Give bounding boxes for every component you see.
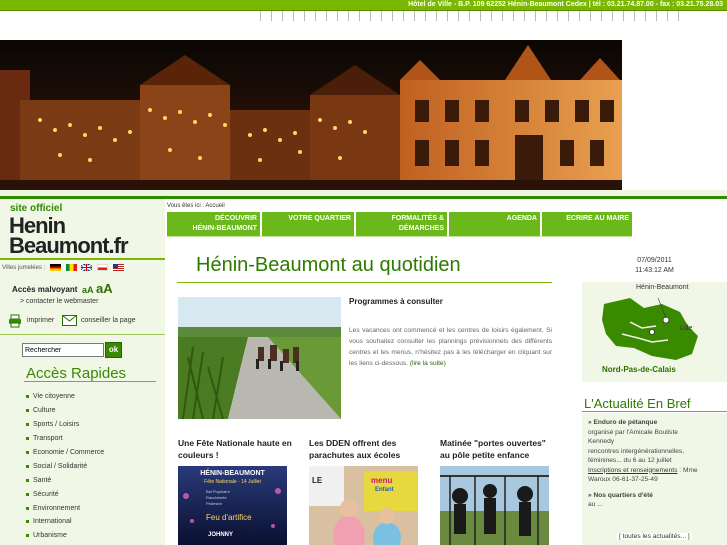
envelope-icon[interactable]: [62, 315, 77, 326]
map-lille-label: Lille: [680, 325, 693, 332]
uk-flag-icon[interactable]: [81, 264, 93, 271]
map-city-label: Hénin-Beaumont: [636, 284, 689, 291]
print-link[interactable]: imprimer: [27, 317, 54, 324]
news-photo-dden[interactable]: LE menu Enfant: [309, 466, 418, 545]
quick-access-title: Accès Rapides: [26, 365, 127, 382]
germany-flag-icon[interactable]: [49, 264, 61, 271]
menu-shadow: [167, 236, 632, 237]
brief-item-title[interactable]: » Nos quartiers d'été: [588, 491, 723, 501]
quick-link-urbanisme[interactable]: Urbanisme: [26, 532, 67, 539]
quick-link-sports[interactable]: Sports / Loisirs: [26, 421, 79, 428]
font-size-large-button[interactable]: aA: [96, 281, 113, 296]
menu-ecrire-maire-line1: ECRIRE AU MAIRE: [566, 215, 629, 222]
current-date: 07/09/2011: [637, 257, 672, 264]
brief-info-link[interactable]: Inscriptions et renseignements: [588, 467, 677, 474]
accessibility-label: Accès malvoyant: [12, 285, 78, 294]
menu-formalites-line2: DÉMARCHES: [398, 225, 444, 232]
quick-link-vie-citoyenne[interactable]: Vie citoyenne: [26, 393, 75, 400]
quick-link-sante[interactable]: Santé: [26, 477, 51, 484]
news-photo-matinee[interactable]: [440, 466, 549, 545]
read-more-link[interactable]: (lire la suite): [410, 360, 446, 367]
menu-votre-quartier[interactable]: VOTRE QUARTIER: [262, 212, 354, 236]
title-underline: [177, 282, 552, 283]
news-title-dden[interactable]: Les DDEN offrent des parachutes aux écol…: [309, 437, 409, 461]
article-photo-horses[interactable]: [178, 297, 341, 419]
poland-flag-icon[interactable]: [96, 264, 108, 271]
quick-link-international[interactable]: International: [26, 518, 72, 525]
search-input[interactable]: [22, 343, 104, 357]
news-brief-title: L'Actualité En Bref: [584, 396, 691, 411]
quick-link-social[interactable]: Social / Solidarité: [26, 463, 87, 470]
breadcrumb-current[interactable]: Accueil: [205, 203, 224, 209]
date-box: [582, 250, 727, 282]
brief-item-text: Kennedy: [588, 438, 615, 445]
region-map[interactable]: Hénin-Beaumont Lille Nord-Pas-de-Calais: [582, 282, 727, 382]
menu-formalites[interactable]: FORMALITÉS & DÉMARCHES: [356, 212, 447, 236]
current-time: 11:43:12 AM: [635, 267, 674, 274]
twin-cities: Villes jumelées :: [2, 264, 124, 271]
quick-link-transport[interactable]: Transport: [26, 435, 63, 442]
search-button[interactable]: ok: [105, 342, 122, 358]
header-banner-photo: [0, 40, 622, 190]
news-brief-underline: [582, 411, 727, 412]
all-news-link[interactable]: [ toutes les actualités... ]: [617, 533, 692, 540]
menu-agenda[interactable]: AGENDA: [449, 212, 540, 236]
quick-link-culture[interactable]: Culture: [26, 407, 56, 414]
brief-item-text: au ...: [588, 501, 603, 508]
share-page-link[interactable]: conseiller la page: [81, 317, 135, 324]
quick-link-economie[interactable]: Economie / Commerce: [26, 449, 104, 456]
printer-icon[interactable]: [8, 314, 22, 328]
news-photo-poster[interactable]: HÉNIN-BEAUMONT Fête Nationale - 14 Juill…: [178, 466, 287, 545]
brief-item-text: organisé par l'Amicale Bouliste: [588, 428, 678, 436]
menu-formalites-line1: FORMALITÉS &: [391, 215, 445, 222]
senegal-flag-icon[interactable]: [65, 264, 77, 271]
sign-le: LE: [312, 476, 323, 485]
menu-decouvrir[interactable]: DÉCOUVRIR HÉNIN-BEAUMONT: [167, 212, 260, 236]
breadcrumb: Vous êtes ici : Accueil: [167, 203, 225, 209]
menu-decouvrir-line1: DÉCOUVRIR: [214, 215, 257, 222]
contact-webmaster-link[interactable]: > contacter le webmaster: [20, 298, 98, 305]
brief-item-text: rencontres intergénérationnelles,: [588, 447, 685, 455]
article-title[interactable]: Programmes à consulter: [349, 297, 443, 306]
quick-link-securite[interactable]: Sécurité: [26, 491, 59, 498]
brief-item-text: Waroux 06-61-37-25-49: [588, 476, 658, 483]
quick-link-environnement[interactable]: Environnement: [26, 505, 80, 512]
menu-ecrire-maire[interactable]: ECRIRE AU MAIRE: [542, 212, 632, 236]
menu-votre-quartier-line1: VOTRE QUARTIER: [288, 215, 351, 222]
news-brief-list: » Enduro de pétanque organisé par l'Amic…: [588, 418, 723, 510]
quick-access-underline: [24, 381, 156, 382]
header-address: Hôtel de Ville - B.P. 109 62252 Hénin-Be…: [408, 1, 723, 8]
sign-menu: menu: [371, 476, 393, 485]
logo-divider: [0, 258, 165, 260]
twin-cities-label: Villes jumelées :: [2, 265, 46, 272]
page-title: Hénin-Beaumont au quotidien: [196, 254, 461, 276]
sign-enfant: Enfant: [375, 487, 394, 493]
brief-item-title[interactable]: » Enduro de pétanque: [588, 418, 723, 428]
brief-item-text: féminines... du 6 au 12 juillet: [588, 457, 672, 464]
news-title-matinee[interactable]: Matinée "portes ouvertes" au pôle petite…: [440, 437, 555, 461]
sidebar-divider: [0, 334, 165, 335]
breadcrumb-prefix: Vous êtes ici :: [167, 203, 205, 209]
news-title-fete-nationale[interactable]: Une Fête Nationale haute en couleurs !: [178, 437, 298, 461]
article-text: Les vacances ont commencé et les centres…: [349, 327, 552, 367]
menu-agenda-line1: AGENDA: [506, 215, 537, 222]
map-region-label: Nord-Pas-de-Calais: [602, 365, 676, 374]
site-logo-line2[interactable]: Beaumont.fr: [9, 235, 129, 257]
brief-item-text: : Mme: [679, 466, 698, 474]
usa-flag-icon[interactable]: [112, 264, 124, 271]
menu-decouvrir-line2: HÉNIN-BEAUMONT: [192, 225, 257, 232]
article-body: Les vacances ont commencé et les centres…: [349, 325, 552, 369]
font-size-small-button[interactable]: aA: [82, 285, 94, 295]
header-separators: [260, 11, 727, 25]
